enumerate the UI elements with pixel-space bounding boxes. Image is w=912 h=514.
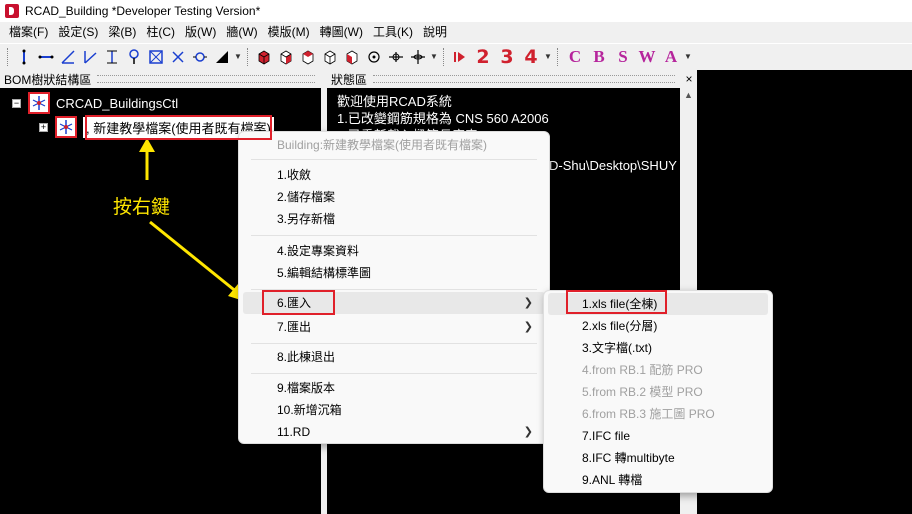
menu-item-add-caisson[interactable]: 10.新增沉箱 <box>243 399 545 421</box>
context-menu: Building:新建教學檔案(使用者既有檔案) 1.收斂 2.儲存檔案 3.另… <box>238 131 550 444</box>
menu-separator <box>251 159 537 160</box>
submenu-item-txt[interactable]: 3.文字檔(.txt) <box>548 337 768 359</box>
highlight-box-import <box>262 290 335 315</box>
menu-item-exit-building[interactable]: 8.此棟退出 <box>243 346 545 368</box>
menu-item-rd[interactable]: 11.RD ❯ <box>243 421 545 443</box>
highlight-box-child-label <box>85 115 272 140</box>
menu-item-file-version[interactable]: 9.檔案版本 <box>243 377 545 399</box>
menu-item-project-settings[interactable]: 4.設定專案資料 <box>243 240 545 262</box>
submenu-item-ifc-multibyte[interactable]: 8.IFC 轉multibyte <box>548 447 768 469</box>
menu-item-save[interactable]: 2.儲存檔案 <box>243 186 545 208</box>
submenu-item-rb3[interactable]: 6.from RB.3 施工圖 PRO <box>548 403 768 425</box>
chevron-right-icon: ❯ <box>523 426 533 438</box>
submenu-item-xls-floor[interactable]: 2.xls file(分層) <box>548 315 768 337</box>
menu-separator <box>251 343 537 344</box>
annotation-arrow-diagonal-icon <box>149 220 244 301</box>
chevron-right-icon: ❯ <box>523 297 533 309</box>
menu-separator <box>251 373 537 374</box>
import-submenu: 1.xls file(全棟) 2.xls file(分層) 3.文字檔(.txt… <box>543 290 773 493</box>
submenu-item-rb1[interactable]: 4.from RB.1 配筋 PRO <box>548 359 768 381</box>
submenu-item-ifc[interactable]: 7.IFC file <box>548 425 768 447</box>
annotation-arrow-up-icon <box>139 138 155 180</box>
submenu-item-rb2[interactable]: 5.from RB.2 模型 PRO <box>548 381 768 403</box>
menu-item-collapse[interactable]: 1.收斂 <box>243 164 545 186</box>
context-menu-header: Building:新建教學檔案(使用者既有檔案) <box>277 138 488 152</box>
highlight-box-xls-all <box>566 290 667 314</box>
chevron-right-icon: ❯ <box>523 321 533 333</box>
menu-separator <box>251 235 537 236</box>
menu-item-save-as[interactable]: 3.另存新檔 <box>243 208 545 230</box>
menu-item-export[interactable]: 7.匯出 ❯ <box>243 316 545 338</box>
annotation-text: 按右鍵 <box>113 196 171 218</box>
menu-item-export-label: 7.匯出 <box>277 320 312 334</box>
submenu-item-anl[interactable]: 9.ANL 轉檔 <box>548 469 768 491</box>
menu-item-rd-label: 11.RD <box>277 425 311 439</box>
menu-item-edit-standard-drawing[interactable]: 5.編輯結構標準圖 <box>243 262 545 284</box>
